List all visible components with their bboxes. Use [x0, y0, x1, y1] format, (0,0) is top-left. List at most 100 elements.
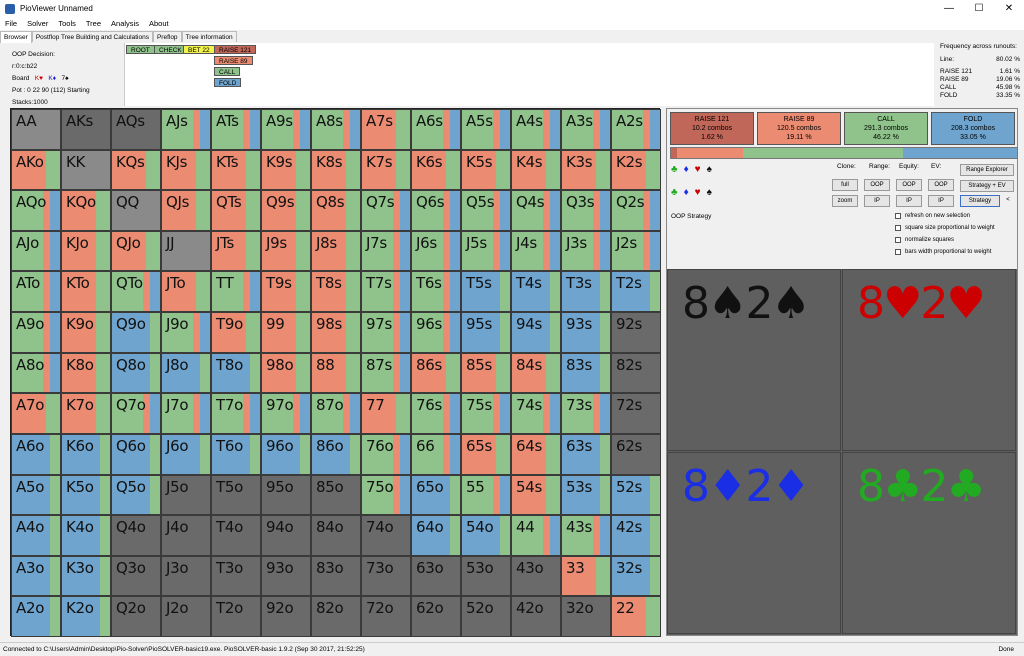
heart-icon[interactable]: ♥: [695, 187, 701, 198]
hand-cell[interactable]: 52s: [611, 474, 661, 516]
hand-cell[interactable]: KJs: [161, 149, 211, 191]
hand-cell[interactable]: K3o: [61, 555, 111, 597]
hand-cell[interactable]: 96s: [411, 312, 461, 353]
hand-cell[interactable]: T2s: [611, 271, 661, 313]
diamond-icon[interactable]: ♦: [684, 187, 689, 198]
hand-cell[interactable]: ATs: [211, 109, 261, 150]
hand-cell[interactable]: Q8s: [311, 190, 361, 231]
hand-cell[interactable]: KJo: [61, 230, 111, 272]
hand-cell[interactable]: J5s: [461, 230, 511, 272]
checkbox-box[interactable]: [895, 237, 901, 243]
hand-cell[interactable]: 75s: [461, 393, 511, 434]
hand-cell[interactable]: 64s: [511, 433, 561, 475]
hand-cell[interactable]: 97s: [361, 312, 411, 353]
hand-cell[interactable]: AQs: [111, 109, 161, 150]
tree-fold-button[interactable]: FOLD: [214, 78, 242, 87]
hand-cell[interactable]: 94o: [261, 515, 311, 556]
hand-cell[interactable]: 98s: [311, 312, 361, 353]
hand-cell[interactable]: 73o: [361, 555, 411, 597]
hand-cell[interactable]: JTo: [161, 271, 211, 313]
hand-cell[interactable]: 52o: [461, 596, 511, 637]
square-size-checkbox[interactable]: square size proportional to weight: [895, 225, 995, 231]
hand-cell[interactable]: Q7o: [111, 393, 161, 434]
hand-cell[interactable]: T6o: [211, 433, 261, 475]
tab-tree-information[interactable]: Tree information: [181, 31, 237, 42]
club-icon[interactable]: ♣: [671, 164, 678, 175]
hand-cell[interactable]: K3s: [561, 149, 611, 191]
hand-cell[interactable]: T9s: [261, 271, 311, 313]
hand-cell[interactable]: T3s: [561, 271, 611, 313]
hand-cell[interactable]: 32o: [561, 596, 611, 637]
hand-cell[interactable]: A8o: [11, 352, 61, 394]
tree-raise89-button[interactable]: RAISE 89: [214, 56, 253, 65]
hand-cell[interactable]: 53o: [461, 555, 511, 597]
hand-cell[interactable]: A2s: [611, 109, 661, 150]
hand-cell[interactable]: Q6s: [411, 190, 461, 231]
hand-cell[interactable]: QJo: [111, 230, 161, 272]
hand-cell[interactable]: A4o: [11, 515, 61, 556]
ev-oop-button[interactable]: OOP: [928, 179, 954, 191]
hand-cell[interactable]: 93s: [561, 312, 611, 353]
hand-cell[interactable]: J2o: [161, 596, 211, 637]
hand-cell[interactable]: J7s: [361, 230, 411, 272]
hand-cell[interactable]: 76o: [361, 433, 411, 475]
hand-cell[interactable]: K7s: [361, 149, 411, 191]
hand-cell[interactable]: Q4o: [111, 515, 161, 556]
tree-raise121-button[interactable]: RAISE 121: [214, 45, 257, 54]
hand-cell[interactable]: T5s: [461, 271, 511, 313]
hand-cell[interactable]: A7o: [11, 393, 61, 434]
hand-cell[interactable]: A3s: [561, 109, 611, 150]
hand-cell[interactable]: 62s: [611, 433, 661, 475]
hand-cell[interactable]: 83o: [311, 555, 361, 597]
diamond-icon[interactable]: ♦: [684, 164, 689, 175]
hand-cell[interactable]: A3o: [11, 555, 61, 597]
hand-cell[interactable]: 84o: [311, 515, 361, 556]
hand-cell[interactable]: 82o: [311, 596, 361, 637]
hand-cell[interactable]: A9s: [261, 109, 311, 150]
menu-analysis[interactable]: Analysis: [106, 19, 144, 28]
hand-cell[interactable]: J4o: [161, 515, 211, 556]
combo-hearts[interactable]: 8♥2♥: [842, 269, 1016, 451]
hand-cell[interactable]: Q8o: [111, 352, 161, 394]
range-oop-button[interactable]: OOP: [864, 179, 890, 191]
hand-cell[interactable]: KQs: [111, 149, 161, 191]
hand-cell[interactable]: Q2o: [111, 596, 161, 637]
maximize-button[interactable]: ☐: [964, 0, 994, 17]
hand-cell[interactable]: QTo: [111, 271, 161, 313]
hand-cell[interactable]: 98o: [261, 352, 311, 394]
hand-cell[interactable]: K9s: [261, 149, 311, 191]
hand-cell[interactable]: J3s: [561, 230, 611, 272]
tree-root-button[interactable]: ROOT: [126, 45, 155, 54]
checkbox-box[interactable]: [895, 213, 901, 219]
hand-cell[interactable]: K4o: [61, 515, 111, 556]
equity-ip-button[interactable]: IP: [896, 195, 922, 207]
clone-full-button[interactable]: full: [832, 179, 858, 191]
tree-check-button[interactable]: CHECK: [154, 45, 187, 54]
equity-oop-button[interactable]: OOP: [896, 179, 922, 191]
hand-cell[interactable]: 22: [611, 596, 661, 637]
hand-cell[interactable]: J8s: [311, 230, 361, 272]
hand-cell[interactable]: K6o: [61, 433, 111, 475]
hand-cell[interactable]: A8s: [311, 109, 361, 150]
hand-cell[interactable]: A6s: [411, 109, 461, 150]
hand-cell[interactable]: A4s: [511, 109, 561, 150]
hand-cell[interactable]: A6o: [11, 433, 61, 475]
hand-cell[interactable]: QQ: [111, 190, 161, 231]
hand-cell[interactable]: J9o: [161, 312, 211, 353]
hand-cell[interactable]: TT: [211, 271, 261, 313]
checkbox-box[interactable]: [895, 225, 901, 231]
hand-cell[interactable]: K5o: [61, 474, 111, 516]
hand-cell[interactable]: 83s: [561, 352, 611, 394]
hand-cell[interactable]: 85s: [461, 352, 511, 394]
collapse-arrow[interactable]: <: [1002, 195, 1014, 207]
hand-cell[interactable]: 73s: [561, 393, 611, 434]
hand-cell[interactable]: K8o: [61, 352, 111, 394]
hand-cell[interactable]: 64o: [411, 515, 461, 556]
hand-cell[interactable]: 42o: [511, 596, 561, 637]
hand-cell[interactable]: T7s: [361, 271, 411, 313]
club-icon[interactable]: ♣: [671, 187, 678, 198]
hand-cell[interactable]: KK: [61, 149, 111, 191]
hand-cell[interactable]: K9o: [61, 312, 111, 353]
hand-cell[interactable]: K7o: [61, 393, 111, 434]
refresh-checkbox[interactable]: refresh on new selection: [895, 213, 970, 219]
